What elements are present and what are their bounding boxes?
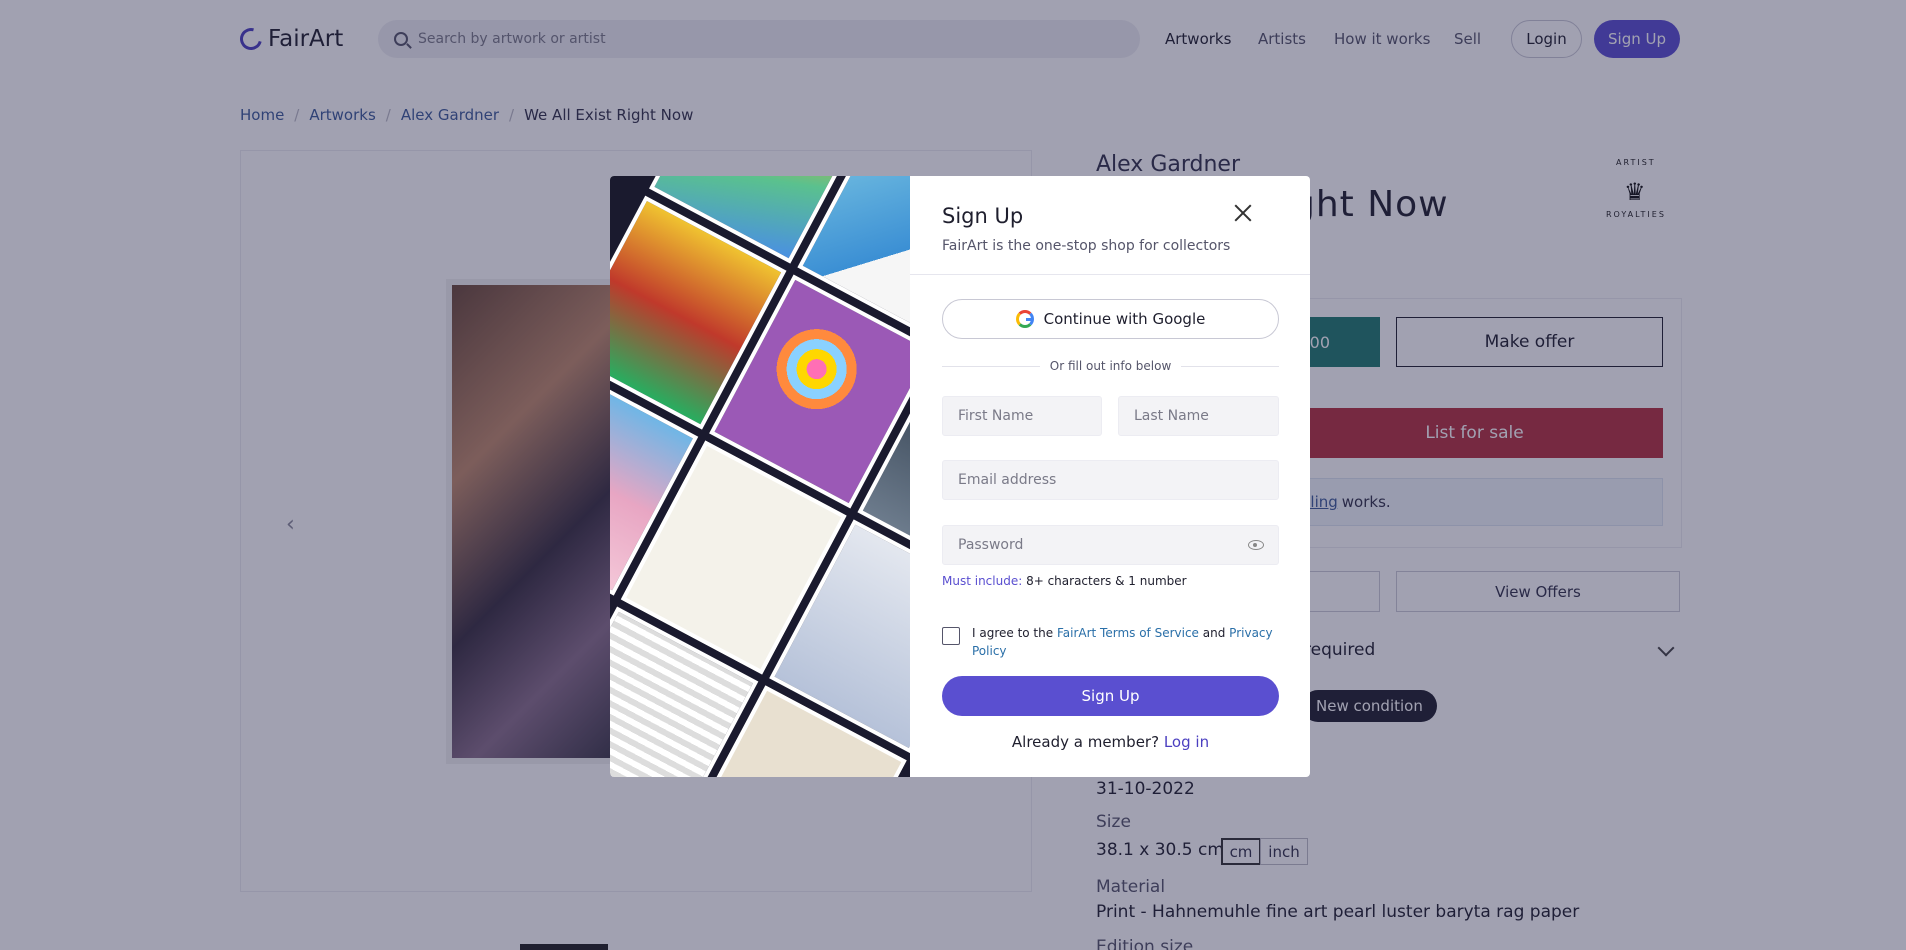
already-member-row: Already a member? Log in	[942, 733, 1279, 751]
google-icon	[1015, 310, 1034, 328]
password-hint-value: 8+ characters & 1 number	[1026, 574, 1187, 588]
close-icon[interactable]	[1232, 202, 1254, 224]
signup-modal: Sign Up FairArt is the one-stop shop for…	[610, 176, 1310, 777]
terms-and: and	[1202, 626, 1226, 640]
password-field[interactable]	[942, 525, 1279, 565]
password-hint-key: Must include:	[942, 574, 1023, 588]
modal-divider	[910, 274, 1310, 275]
terms-agreement: I agree to the FairArt Terms of Service …	[942, 624, 1279, 660]
first-name-input[interactable]	[958, 408, 1087, 424]
terms-text: I agree to the FairArt Terms of Service …	[972, 624, 1279, 660]
show-password-eye-icon[interactable]	[1248, 540, 1264, 550]
divider-line	[1181, 365, 1280, 367]
signup-submit-button[interactable]: Sign Up	[942, 676, 1279, 716]
modal-title: Sign Up	[942, 204, 1024, 228]
already-member-text: Already a member?	[1011, 733, 1160, 751]
continue-with-google-button[interactable]: Continue with Google	[942, 299, 1279, 339]
login-link[interactable]: Log in	[1164, 733, 1209, 751]
email-input[interactable]	[958, 472, 1246, 488]
modal-artwork-collage	[610, 176, 910, 777]
last-name-input[interactable]	[1134, 408, 1264, 424]
signup-form: Sign Up FairArt is the one-stop shop for…	[910, 176, 1310, 777]
or-text: Or fill out info below	[1049, 359, 1172, 373]
divider-line	[942, 365, 1040, 367]
terms-prefix: I agree to the	[972, 626, 1054, 640]
or-divider: Or fill out info below	[942, 359, 1280, 373]
terms-of-service-link[interactable]: FairArt Terms of Service	[1057, 626, 1199, 640]
first-name-field[interactable]	[942, 396, 1102, 436]
collage-grid	[610, 176, 910, 777]
modal-subtitle: FairArt is the one-stop shop for collect…	[942, 238, 1231, 254]
email-field[interactable]	[942, 460, 1279, 500]
last-name-field[interactable]	[1118, 396, 1279, 436]
password-input[interactable]	[958, 537, 1246, 553]
google-button-label: Continue with Google	[1043, 310, 1206, 328]
password-hint: Must include: 8+ characters & 1 number	[942, 574, 1187, 588]
terms-checkbox[interactable]	[942, 627, 960, 645]
